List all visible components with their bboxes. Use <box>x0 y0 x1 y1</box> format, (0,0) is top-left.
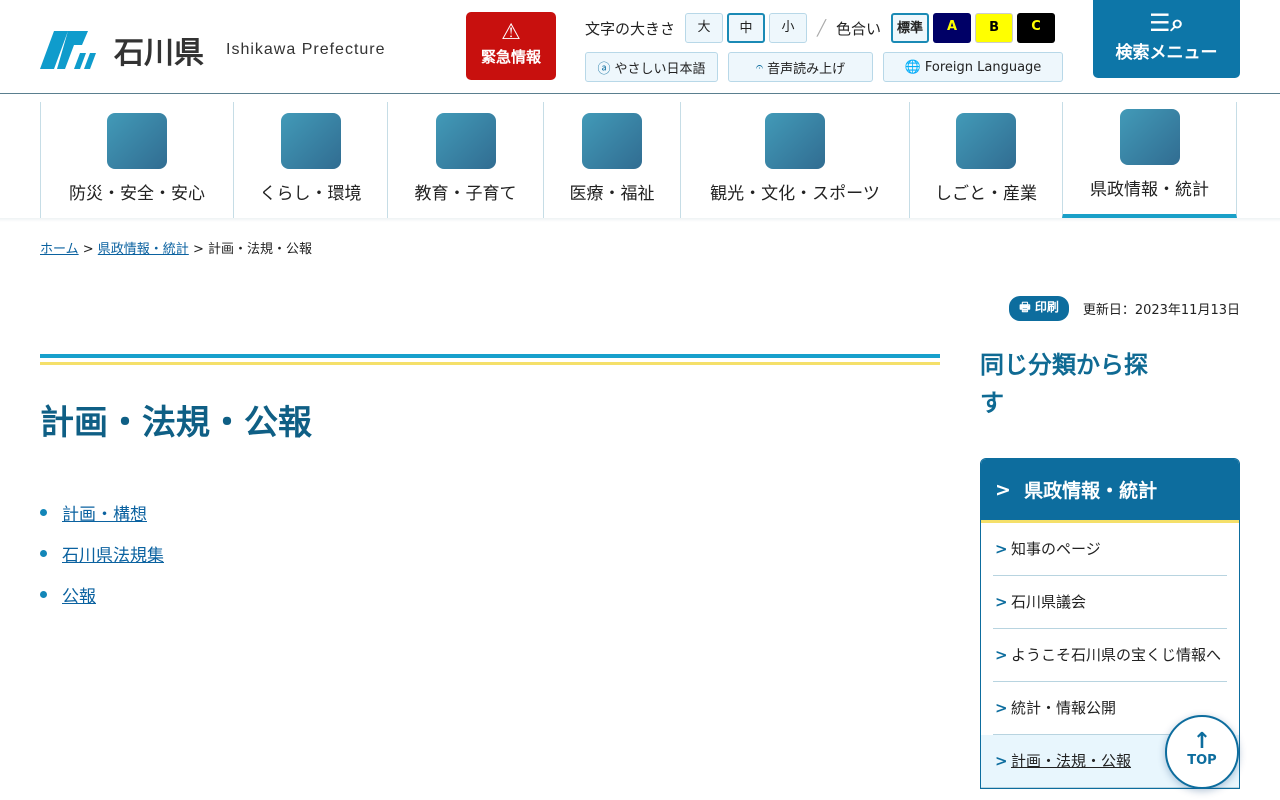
siren-icon <box>107 113 167 169</box>
breadcrumb: ホーム > 県政情報・統計 > 計画・法規・公報 <box>40 242 312 257</box>
voice-reading-button[interactable]: 𝄐 音声読み上げ <box>728 52 873 82</box>
global-nav: 防災・安全・安心 くらし・環境 教育・子育て 医療・福祉 観光・文化・スポーツ … <box>40 102 1237 218</box>
house-icon <box>280 113 341 169</box>
site-logo[interactable]: 石川県 Ishikawa Prefecture <box>40 28 386 72</box>
bar-chart-icon <box>1119 109 1180 165</box>
sidebar-item[interactable]: 知事のページ <box>993 523 1227 576</box>
nav-label: 教育・子育て <box>414 184 517 204</box>
page-title: 計画・法規・公報 <box>40 403 312 443</box>
search-menu-label: 検索メニュー <box>1115 43 1218 63</box>
nav-label: しごと・産業 <box>935 184 1037 204</box>
title-bar <box>40 354 940 358</box>
top-label: TOP <box>1187 753 1217 768</box>
nav-label: 観光・文化・スポーツ <box>710 184 880 204</box>
voice-label: 音声読み上げ <box>767 61 846 77</box>
nav-work[interactable]: しごと・産業 <box>909 102 1062 218</box>
nav-label: 県政情報・統計 <box>1090 180 1209 200</box>
warning-icon: ⚠ <box>501 20 521 45</box>
nav-tourism[interactable]: 観光・文化・スポーツ <box>680 102 909 218</box>
foreign-label: Foreign Language <box>924 59 1042 75</box>
prefecture-emblem-icon <box>40 31 96 69</box>
color-c[interactable]: C <box>1017 13 1056 43</box>
nav-label: 防災・安全・安心 <box>69 184 205 204</box>
accessibility-tools: 文字の大きさ 大 中 小 ╱ 色合い 標準 A B C ⓐ やさしい日本語 𝄐 音声… <box>585 12 1063 82</box>
sidebar-item[interactable]: ようこそ石川県の宝くじ情報へ <box>993 629 1227 682</box>
nav-living[interactable]: くらし・環境 <box>233 102 387 218</box>
search-menu-button[interactable]: ☰⌕ 検索メニュー <box>1093 0 1240 78</box>
back-to-top-button[interactable]: ↑ TOP <box>1165 715 1239 789</box>
font-size-large[interactable]: 大 <box>685 13 724 43</box>
color-standard[interactable]: 標準 <box>891 13 930 43</box>
link-regulations[interactable]: 石川県法規集 <box>62 541 164 566</box>
arrow-up-icon: ↑ <box>1192 729 1212 754</box>
ear-icon: 𝄐 <box>755 59 764 75</box>
color-a[interactable]: A <box>933 13 972 43</box>
nav-disaster[interactable]: 防災・安全・安心 <box>40 102 233 218</box>
easy-japanese-label: やさしい日本語 <box>614 61 706 77</box>
briefcase-icon <box>956 113 1016 169</box>
nav-label: 医療・福祉 <box>569 184 655 204</box>
sidebar-item-label: 統計・情報公開 <box>1011 699 1117 717</box>
sidebar-item-label: 知事のページ <box>1011 540 1101 558</box>
font-size-label: 文字の大きさ <box>585 19 676 38</box>
breadcrumb-home[interactable]: ホーム <box>40 242 79 257</box>
title-bar-accent <box>40 362 940 365</box>
breadcrumb-parent[interactable]: 県政情報・統計 <box>98 242 189 257</box>
list-item: 計画・構想 <box>40 500 940 525</box>
hiragana-a-icon: ⓐ <box>597 61 611 77</box>
color-b[interactable]: B <box>975 13 1014 43</box>
list-item: 石川県法規集 <box>40 541 940 566</box>
category-title[interactable]: > 県政情報・統計 <box>981 459 1239 523</box>
print-label: 印刷 <box>1034 300 1059 314</box>
breadcrumb-current: 計画・法規・公報 <box>207 242 312 257</box>
easy-japanese-button[interactable]: ⓐ やさしい日本語 <box>585 52 718 82</box>
sidebar-item-label: ようこそ石川県の宝くじ情報へ <box>1011 646 1222 664</box>
heart-hand-icon <box>582 113 642 169</box>
link-gazette[interactable]: 公報 <box>62 582 96 607</box>
nav-government[interactable]: 県政情報・統計 <box>1062 102 1237 218</box>
logo-text: 石川県 <box>114 36 204 71</box>
nav-shadow <box>0 218 1280 222</box>
main-content: 計画・法規・公報 計画・構想 石川県法規集 公報 <box>40 354 940 623</box>
sidebar-item-label: 石川県議会 <box>1011 593 1087 611</box>
parent-child-icon <box>435 113 496 169</box>
print-button[interactable]: 🖶 印刷 <box>1009 296 1069 321</box>
nav-medical[interactable]: 医療・福祉 <box>543 102 680 218</box>
divider: ╱ <box>817 19 827 37</box>
category-title-label: 県政情報・統計 <box>1024 480 1158 502</box>
nav-label: くらし・環境 <box>259 184 362 204</box>
emergency-info-button[interactable]: ⚠ 緊急情報 <box>466 12 556 80</box>
foreign-language-button[interactable]: 🌐 Foreign Language <box>883 52 1063 82</box>
font-size-small[interactable]: 小 <box>769 13 808 43</box>
page-meta: 🖶 印刷 更新日：2023年11月13日 <box>1009 296 1240 321</box>
link-list: 計画・構想 石川県法規集 公報 <box>40 500 940 607</box>
globe-icon: 🌐 <box>904 59 921 75</box>
menu-search-icon: ☰⌕ <box>1149 9 1184 37</box>
font-size-medium[interactable]: 中 <box>727 13 766 43</box>
sidebar-heading: 同じ分類から探す <box>980 351 1148 417</box>
sidebar-item[interactable]: 石川県議会 <box>993 576 1227 629</box>
color-label: 色合い <box>836 19 882 38</box>
list-item: 公報 <box>40 582 940 607</box>
header: 石川県 Ishikawa Prefecture ⚠ 緊急情報 文字の大きさ 大 中… <box>0 0 1280 94</box>
logo-english: Ishikawa Prefecture <box>226 41 386 58</box>
emergency-label: 緊急情報 <box>480 48 541 66</box>
nav-education[interactable]: 教育・子育て <box>387 102 543 218</box>
link-plans[interactable]: 計画・構想 <box>62 500 147 525</box>
updated-date: 更新日：2023年11月13日 <box>1082 303 1240 318</box>
museum-icon <box>765 113 825 169</box>
sidebar-item-label: 計画・法規・公報 <box>1011 752 1132 770</box>
